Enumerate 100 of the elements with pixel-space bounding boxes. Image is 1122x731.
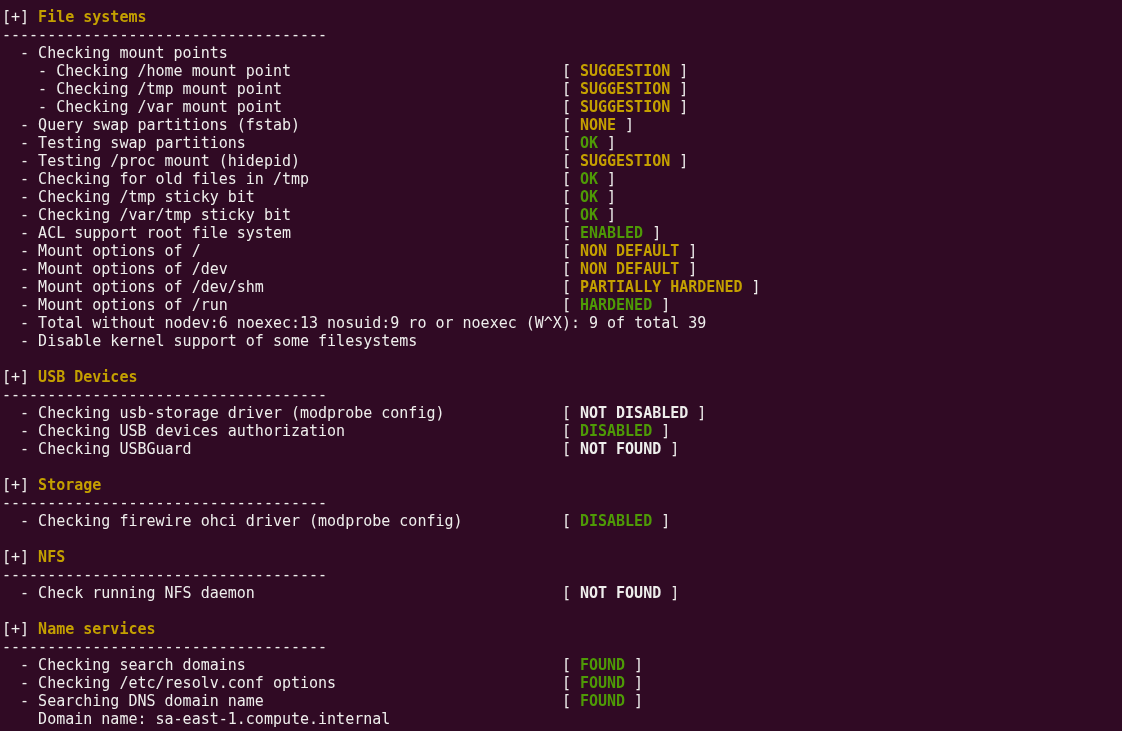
status-text: NON DEFAULT bbox=[579, 260, 680, 278]
bracket: [ bbox=[561, 656, 571, 674]
check-label: - Mount options of /dev/shm bbox=[20, 278, 265, 296]
bracket: ] bbox=[679, 80, 689, 98]
bracket: [ bbox=[561, 116, 571, 134]
section-marker: [+] bbox=[2, 8, 30, 26]
section-marker: [+] bbox=[2, 368, 30, 386]
bracket: ] bbox=[634, 656, 644, 674]
status-text: DISABLED bbox=[579, 512, 653, 530]
bracket: [ bbox=[561, 188, 571, 206]
check-label: - Mount options of /dev bbox=[20, 260, 229, 278]
bracket: [ bbox=[561, 692, 571, 710]
section-rule: ------------------------------------ bbox=[2, 494, 329, 512]
bracket: ] bbox=[751, 278, 761, 296]
bracket: ] bbox=[688, 260, 698, 278]
bracket: [ bbox=[561, 224, 571, 242]
bracket: ] bbox=[607, 134, 617, 152]
status-text: OK bbox=[579, 206, 598, 224]
section-title: File systems bbox=[38, 8, 147, 26]
bracket: [ bbox=[561, 584, 571, 602]
status-text: ENABLED bbox=[579, 224, 644, 242]
section-title: Name services bbox=[38, 620, 156, 638]
status-text: NONE bbox=[579, 116, 617, 134]
status-text: DISABLED bbox=[579, 422, 653, 440]
status-text: NOT FOUND bbox=[579, 440, 662, 458]
status-text: FOUND bbox=[579, 674, 626, 692]
bracket: [ bbox=[561, 512, 571, 530]
bracket: ] bbox=[688, 242, 698, 260]
status-text: SUGGESTION bbox=[579, 62, 671, 80]
check-label: - Checking mount points bbox=[20, 44, 228, 62]
status-text: PARTIALLY HARDENED bbox=[579, 278, 743, 296]
bracket: [ bbox=[561, 134, 571, 152]
bracket: [ bbox=[561, 422, 571, 440]
bracket: [ bbox=[561, 440, 571, 458]
bracket: ] bbox=[607, 170, 617, 188]
check-label: - Checking /var/tmp sticky bit bbox=[20, 206, 292, 224]
section-title: Storage bbox=[38, 476, 102, 494]
check-label: - Checking usb-storage driver (modprobe config) bbox=[20, 404, 446, 422]
bracket: [ bbox=[561, 62, 571, 80]
check-label: - Testing /proc mount (hidepid) bbox=[20, 152, 301, 170]
check-label: - Checking /tmp sticky bit bbox=[20, 188, 256, 206]
section-rule: ------------------------------------ bbox=[2, 386, 329, 404]
status-text: FOUND bbox=[579, 692, 626, 710]
bracket: [ bbox=[561, 98, 571, 116]
bracket: ] bbox=[607, 188, 617, 206]
check-label: - Checking /var mount point bbox=[38, 98, 283, 116]
check-label: - Checking /tmp mount point bbox=[38, 80, 283, 98]
check-label: - ACL support root file system bbox=[20, 224, 292, 242]
section-title: NFS bbox=[38, 548, 66, 566]
bracket: ] bbox=[661, 296, 671, 314]
check-label: - Checking /etc/resolv.conf options bbox=[20, 674, 338, 692]
section-rule: ------------------------------------ bbox=[2, 26, 329, 44]
check-label: - Searching DNS domain name bbox=[20, 692, 265, 710]
check-label: - Checking USBGuard bbox=[20, 440, 193, 458]
status-text: OK bbox=[579, 188, 598, 206]
bracket: ] bbox=[679, 152, 689, 170]
status-text: FOUND bbox=[579, 656, 626, 674]
check-label: - Query swap partitions (fstab) bbox=[20, 116, 301, 134]
status-text: NOT DISABLED bbox=[579, 404, 689, 422]
bracket: ] bbox=[661, 422, 671, 440]
check-label: Domain name: sa-east-1.compute.internal bbox=[38, 710, 391, 728]
check-label: - Checking USB devices authorization bbox=[20, 422, 347, 440]
bracket: ] bbox=[679, 98, 689, 116]
bracket: ] bbox=[670, 440, 680, 458]
status-text: NOT FOUND bbox=[579, 584, 662, 602]
check-label: - Checking search domains bbox=[20, 656, 247, 674]
bracket: ] bbox=[661, 512, 671, 530]
bracket: ] bbox=[670, 584, 680, 602]
status-text: OK bbox=[579, 134, 598, 152]
section-rule: ------------------------------------ bbox=[2, 638, 329, 656]
status-text: SUGGESTION bbox=[579, 98, 671, 116]
section-marker: [+] bbox=[2, 620, 30, 638]
bracket: [ bbox=[561, 170, 571, 188]
bracket: [ bbox=[561, 80, 571, 98]
section-title: USB Devices bbox=[38, 368, 138, 386]
bracket: [ bbox=[561, 152, 571, 170]
section-rule: ------------------------------------ bbox=[2, 566, 329, 584]
bracket: [ bbox=[561, 206, 571, 224]
status-text: HARDENED bbox=[579, 296, 653, 314]
check-label: - Total without nodev:6 noexec:13 nosuid:9 ro or noexec (W^X): 9 of total 39 bbox=[20, 314, 707, 332]
bracket: ] bbox=[652, 224, 662, 242]
bracket: [ bbox=[561, 242, 571, 260]
section-marker: [+] bbox=[2, 548, 30, 566]
status-text: NON DEFAULT bbox=[579, 242, 680, 260]
check-label: - Checking for old files in /tmp bbox=[20, 170, 311, 188]
check-label: - Mount options of / bbox=[20, 242, 202, 260]
section-marker: [+] bbox=[2, 476, 30, 494]
bracket: [ bbox=[561, 278, 571, 296]
check-label: - Check running NFS daemon bbox=[20, 584, 256, 602]
bracket: ] bbox=[634, 674, 644, 692]
bracket: ] bbox=[697, 404, 707, 422]
bracket: ] bbox=[625, 116, 635, 134]
status-text: SUGGESTION bbox=[579, 152, 671, 170]
status-text: OK bbox=[579, 170, 598, 188]
bracket: ] bbox=[607, 206, 617, 224]
check-label: - Mount options of /run bbox=[20, 296, 229, 314]
bracket: [ bbox=[561, 296, 571, 314]
check-label: - Checking /home mount point bbox=[38, 62, 292, 80]
bracket: ] bbox=[634, 692, 644, 710]
bracket: [ bbox=[561, 260, 571, 278]
